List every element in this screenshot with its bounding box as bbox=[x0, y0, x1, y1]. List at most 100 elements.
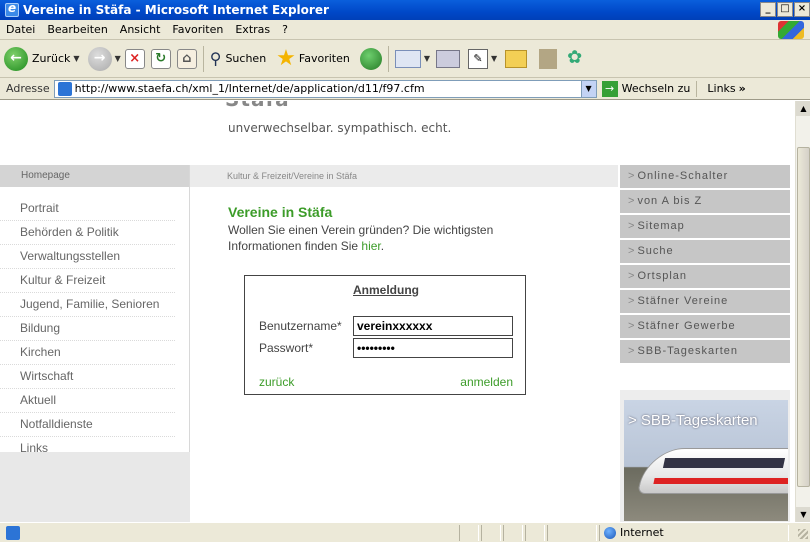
train-image bbox=[637, 448, 788, 494]
scroll-thumb[interactable] bbox=[797, 147, 810, 487]
homepage-link[interactable]: Homepage bbox=[0, 165, 189, 187]
stop-icon[interactable]: × bbox=[124, 48, 145, 69]
window-titlebar: Vereine in Stäfa - Microsoft Internet Ex… bbox=[0, 0, 810, 20]
go-button[interactable]: Wechseln zu bbox=[622, 82, 691, 95]
favorites-button[interactable]: ★ Favoriten bbox=[276, 45, 350, 71]
nav-item-verwaltungsstellen[interactable]: Verwaltungsstellen bbox=[0, 245, 175, 269]
password-input[interactable] bbox=[353, 338, 513, 358]
toolbar-separator bbox=[387, 45, 389, 72]
favorites-star-icon: ★ bbox=[276, 45, 296, 71]
messenger-icon[interactable]: ✿ bbox=[567, 48, 589, 69]
dropdown-arrow-icon[interactable]: ▼ bbox=[115, 54, 121, 63]
nav-item-kirchen[interactable]: Kirchen bbox=[0, 341, 175, 365]
windows-logo-icon bbox=[778, 21, 804, 39]
search-button[interactable]: ⚲ Suchen bbox=[210, 49, 266, 68]
login-form: Anmeldung Benutzername* Passwort* zurück… bbox=[244, 275, 526, 395]
quicklink-sbb-tageskarten[interactable]: > SBB-Tageskarten bbox=[620, 340, 790, 363]
history-icon[interactable] bbox=[359, 47, 382, 70]
login-title: Anmeldung bbox=[353, 283, 419, 297]
quicklink-label: von A bis Z bbox=[637, 195, 703, 207]
menu-datei[interactable]: Datei bbox=[0, 23, 41, 36]
nav-item-behoerden-politik[interactable]: Behörden & Politik bbox=[0, 221, 175, 245]
quicklink-label: Sitemap bbox=[637, 220, 685, 232]
mail-icon[interactable] bbox=[394, 49, 421, 68]
print-icon[interactable] bbox=[436, 49, 460, 68]
close-button[interactable]: × bbox=[794, 2, 810, 17]
back-link[interactable]: zurück bbox=[259, 375, 294, 389]
internet-globe-icon bbox=[604, 527, 616, 539]
links-label[interactable]: Links bbox=[707, 82, 735, 95]
login-submit-link[interactable]: anmelden bbox=[460, 375, 513, 389]
quicklink-sitemap[interactable]: > Sitemap bbox=[620, 215, 790, 238]
window-title: Vereine in Stäfa - Microsoft Internet Ex… bbox=[23, 3, 329, 17]
nav-item-kultur-freizeit[interactable]: Kultur & Freizeit bbox=[0, 269, 175, 293]
toolbar-separator bbox=[202, 45, 204, 72]
page-icon bbox=[57, 81, 72, 96]
vertical-scrollbar[interactable]: ▲ ▼ bbox=[795, 101, 810, 522]
refresh-icon[interactable]: ↻ bbox=[150, 48, 171, 69]
left-navigation: Homepage Portrait Behörden & Politik Ver… bbox=[0, 165, 190, 522]
quicklink-label: Online-Schalter bbox=[637, 170, 729, 182]
home-icon[interactable]: ⌂ bbox=[176, 48, 197, 69]
status-cell bbox=[481, 525, 501, 541]
resize-grip-icon[interactable] bbox=[798, 529, 808, 539]
login-actions: zurück anmelden bbox=[259, 375, 513, 389]
forward-arrow-icon: → bbox=[87, 46, 112, 71]
quicklink-suche[interactable]: > Suche bbox=[620, 240, 790, 263]
site-logo: Stäfa bbox=[225, 101, 290, 111]
back-button[interactable]: ← Zurück ▼ bbox=[4, 46, 80, 71]
go-arrow-icon[interactable]: → bbox=[601, 80, 618, 97]
nav-item-aktuell[interactable]: Aktuell bbox=[0, 389, 175, 413]
main-content: Vereine in Stäfa Wollen Sie einen Verein… bbox=[228, 204, 528, 254]
menu-extras[interactable]: Extras bbox=[229, 23, 276, 36]
menu-bearbeiten[interactable]: Bearbeiten bbox=[41, 23, 113, 36]
nav-item-portrait[interactable]: Portrait bbox=[0, 197, 175, 221]
security-zone-label: Internet bbox=[620, 526, 664, 539]
quicklink-label: Stäfner Gewerbe bbox=[637, 320, 736, 332]
quicklink-label: Suche bbox=[637, 245, 674, 257]
menu-help[interactable]: ? bbox=[276, 23, 294, 36]
scroll-down-icon[interactable]: ▼ bbox=[796, 507, 810, 522]
nav-item-bildung[interactable]: Bildung bbox=[0, 317, 175, 341]
password-row: Passwort* bbox=[259, 338, 513, 358]
nav-item-wirtschaft[interactable]: Wirtschaft bbox=[0, 365, 175, 389]
menu-bar: Datei Bearbeiten Ansicht Favoriten Extra… bbox=[0, 20, 810, 40]
forward-button[interactable]: → ▼ bbox=[84, 46, 121, 71]
maximize-button[interactable]: □ bbox=[777, 2, 793, 17]
edit-icon[interactable]: ✎ bbox=[468, 48, 488, 69]
site-tagline: unverwechselbar. sympathisch. echt. bbox=[228, 121, 452, 135]
dropdown-arrow-icon[interactable]: ▼ bbox=[424, 54, 430, 63]
nav-item-notfalldienste[interactable]: Notfalldienste bbox=[0, 413, 175, 437]
sbb-banner[interactable]: > SBB-Tageskarten bbox=[624, 400, 788, 521]
favorites-label: Favoriten bbox=[298, 52, 350, 65]
username-input[interactable] bbox=[353, 316, 513, 336]
back-label: Zurück bbox=[32, 52, 71, 65]
intro-end: . bbox=[380, 239, 385, 253]
research-icon[interactable] bbox=[539, 48, 558, 69]
left-nav-list: Portrait Behörden & Politik Verwaltungss… bbox=[0, 197, 190, 461]
quicklink-staefner-gewerbe[interactable]: > Stäfner Gewerbe bbox=[620, 315, 790, 338]
menu-favoriten[interactable]: Favoriten bbox=[166, 23, 229, 36]
quicklink-ortsplan[interactable]: > Ortsplan bbox=[620, 265, 790, 288]
search-icon: ⚲ bbox=[209, 49, 222, 68]
address-input[interactable]: http://www.staefa.ch/xml_1/Internet/de/a… bbox=[53, 79, 597, 98]
info-link[interactable]: hier bbox=[361, 239, 380, 253]
nav-item-jugend-familie-senioren[interactable]: Jugend, Familie, Senioren bbox=[0, 293, 175, 317]
username-label: Benutzername* bbox=[259, 319, 342, 333]
search-label: Suchen bbox=[225, 52, 267, 65]
links-chevron-icon[interactable]: » bbox=[739, 82, 746, 95]
quicklink-online-schalter[interactable]: > Online-Schalter bbox=[620, 165, 790, 188]
minimize-button[interactable]: _ bbox=[760, 2, 776, 17]
dropdown-arrow-icon[interactable]: ▼ bbox=[73, 54, 79, 63]
quicklink-staefner-vereine[interactable]: > Stäfner Vereine bbox=[620, 290, 790, 313]
scroll-up-icon[interactable]: ▲ bbox=[796, 101, 810, 116]
menu-ansicht[interactable]: Ansicht bbox=[114, 23, 167, 36]
quicklink-label: SBB-Tageskarten bbox=[637, 345, 739, 357]
dropdown-arrow-icon[interactable]: ▼ bbox=[491, 54, 497, 63]
quicklink-von-a-bis-z[interactable]: > von A bis Z bbox=[620, 190, 790, 213]
toolbar: ← Zurück ▼ → ▼ × ↻ ⌂ ⚲ Suchen ★ Favorite… bbox=[0, 40, 810, 78]
address-dropdown-icon[interactable]: ▼ bbox=[580, 80, 596, 97]
back-arrow-icon: ← bbox=[4, 46, 28, 71]
address-label: Adresse bbox=[6, 82, 50, 95]
folder-icon[interactable] bbox=[505, 49, 528, 68]
